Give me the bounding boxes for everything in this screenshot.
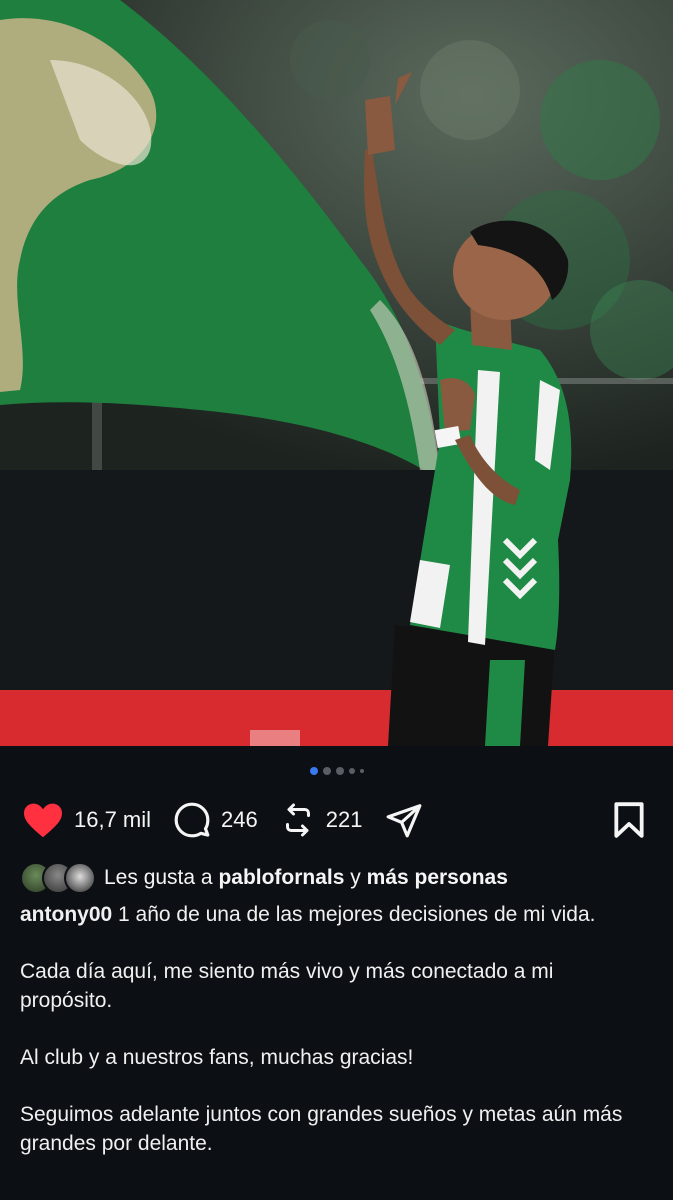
caption-paragraph: Cada día aquí, me siento más vivo y más … — [20, 960, 554, 1012]
liked-by-row[interactable]: Les gusta a pablofornals y más personas — [20, 862, 653, 894]
heart-icon[interactable] — [22, 801, 64, 839]
carousel-indicator — [0, 767, 673, 775]
repost-action[interactable]: 221 — [280, 801, 363, 839]
carousel-dot — [322, 767, 331, 775]
caption-paragraph: antony00 1 año de una de las mejores dec… — [20, 900, 647, 929]
carousel-dot — [335, 767, 344, 775]
save-action[interactable] — [613, 801, 645, 839]
avatar — [64, 862, 96, 894]
post-photo-illustration — [0, 0, 673, 746]
carousel-dot — [359, 769, 364, 773]
share-action[interactable] — [384, 801, 424, 839]
post-image[interactable] — [0, 0, 673, 746]
comment-action[interactable]: 246 — [173, 801, 258, 839]
liked-by-others[interactable]: más personas — [367, 866, 508, 890]
bookmark-icon[interactable] — [613, 801, 645, 839]
like-count[interactable]: 16,7 mil — [74, 807, 151, 833]
liker-avatars — [20, 862, 96, 894]
post-caption: antony00 1 año de una de las mejores dec… — [20, 900, 647, 1186]
carousel-dot-active — [309, 767, 318, 775]
post-action-bar: 16,7 mil 246 221 — [22, 796, 651, 844]
repost-icon[interactable] — [280, 801, 316, 839]
comment-count[interactable]: 246 — [221, 807, 258, 833]
liked-by-prefix: Les gusta a — [104, 866, 213, 889]
liked-by-connector: y — [350, 866, 361, 889]
repost-count[interactable]: 221 — [326, 807, 363, 833]
caption-paragraph: Seguimos adelante juntos con grandes sue… — [20, 1103, 623, 1155]
caption-paragraph: Al club y a nuestros fans, muchas gracia… — [20, 1046, 414, 1069]
comment-icon[interactable] — [173, 801, 211, 839]
caption-text: 1 año de una de las mejores decisiones d… — [118, 903, 596, 926]
share-icon[interactable] — [384, 801, 424, 839]
liked-by-user[interactable]: pablofornals — [218, 866, 344, 890]
caption-username[interactable]: antony00 — [20, 903, 112, 926]
like-action[interactable]: 16,7 mil — [22, 801, 151, 839]
carousel-dot — [348, 768, 355, 774]
